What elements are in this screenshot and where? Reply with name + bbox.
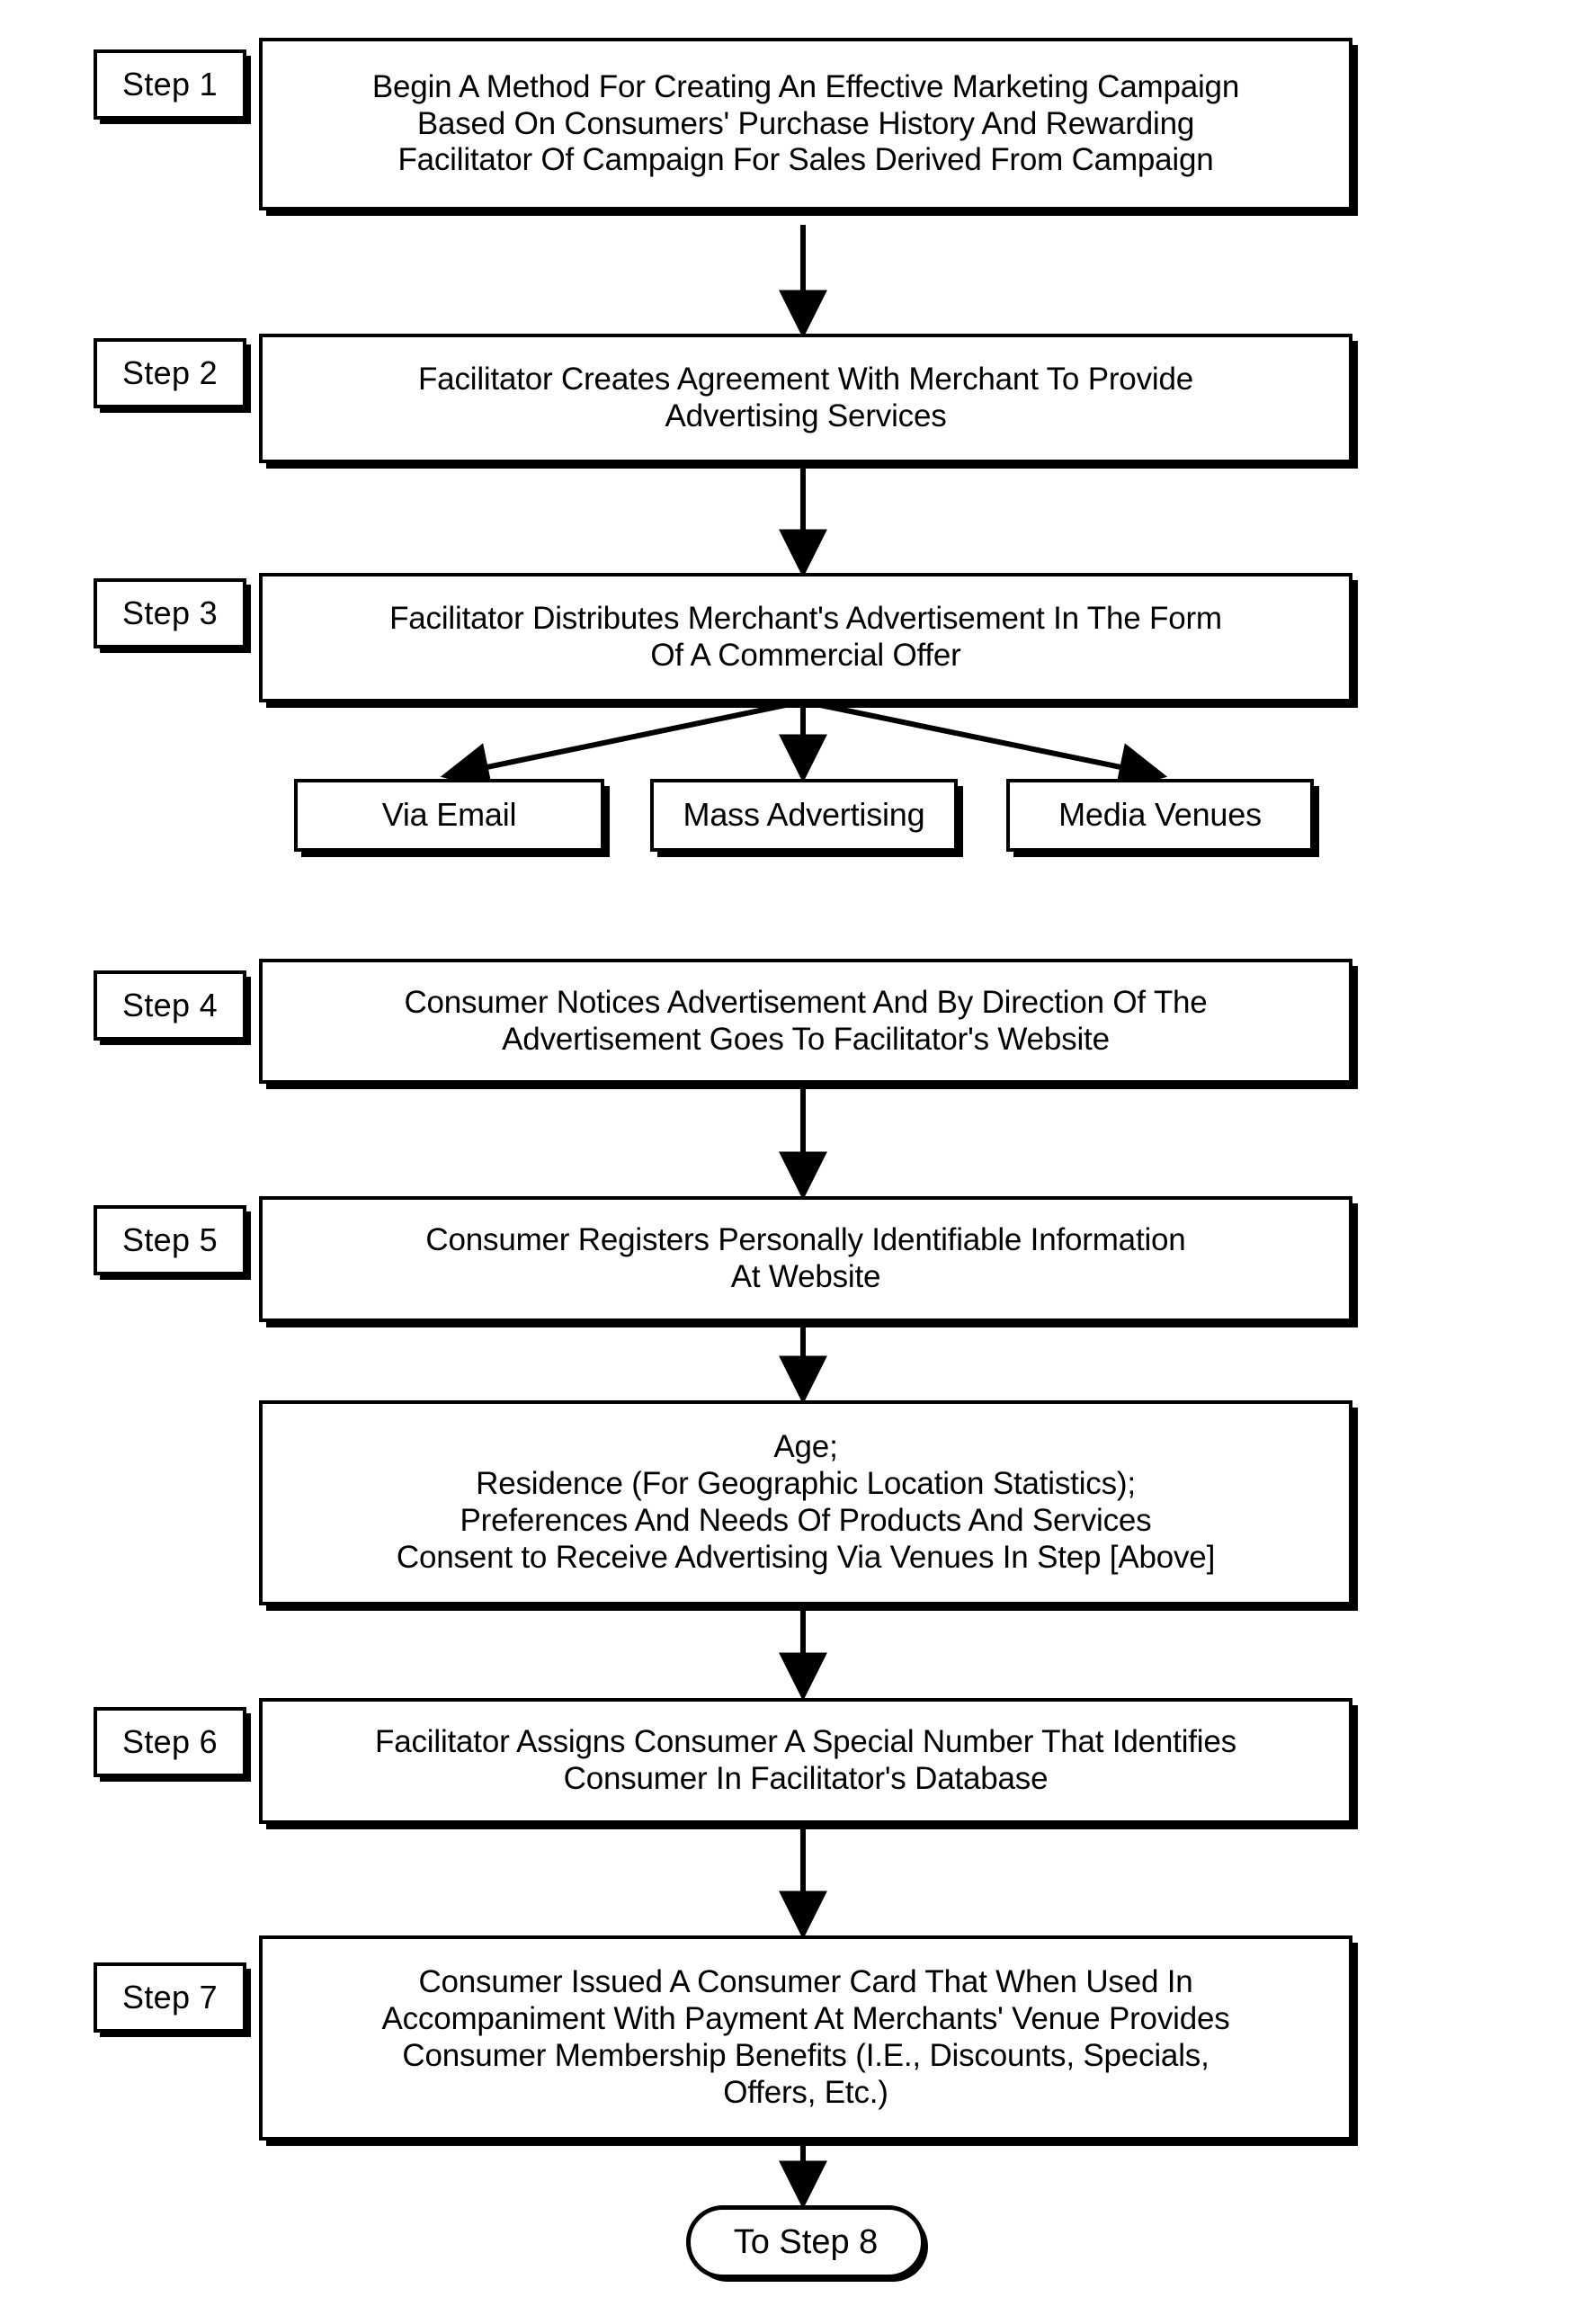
node-terminal-to-step-8: To Step 8 [686,2205,925,2279]
step-tag-6-label: Step 6 [122,1723,218,1760]
node-step-2-text: Facilitator Creates Agreement With Merch… [418,362,1193,434]
node-step-6: Facilitator Assigns Consumer A Special N… [259,1698,1352,1824]
node-registration-details-text: Age; Residence (For Geographic Location … [396,1429,1216,1575]
step-tag-7: Step 7 [94,1962,246,2033]
node-step-1: Begin A Method For Creating An Effective… [259,38,1352,210]
node-step-2: Facilitator Creates Agreement With Merch… [259,334,1352,463]
step-tag-3: Step 3 [94,578,246,648]
node-branch-mass-advertising-text: Mass Advertising [683,796,925,834]
node-branch-via-email: Via Email [294,779,604,852]
node-branch-mass-advertising: Mass Advertising [650,779,958,852]
step-tag-2: Step 2 [94,338,246,408]
step-tag-7-label: Step 7 [122,1979,218,2016]
step-tag-4: Step 4 [94,970,246,1041]
step-tag-3-label: Step 3 [122,594,218,631]
node-step-3: Facilitator Distributes Merchant's Adver… [259,573,1352,702]
step-tag-2-label: Step 2 [122,354,218,391]
node-step-4: Consumer Notices Advertisement And By Di… [259,959,1352,1084]
step-tag-5: Step 5 [94,1205,246,1275]
node-step-5-text: Consumer Registers Personally Identifiab… [425,1222,1186,1294]
step-tag-6: Step 6 [94,1707,246,1777]
step-tag-1-label: Step 1 [122,66,218,103]
node-branch-via-email-text: Via Email [381,796,517,834]
node-registration-details: Age; Residence (For Geographic Location … [259,1400,1352,1605]
node-step-7-text: Consumer Issued A Consumer Card That Whe… [381,1964,1230,2110]
step-tag-4-label: Step 4 [122,987,218,1023]
node-branch-media-venues: Media Venues [1006,779,1314,852]
flowchart-sheet: Step 1 Begin A Method For Creating An Ef… [0,0,1571,2324]
connector-step3-via-email [440,699,804,791]
node-branch-media-venues-text: Media Venues [1058,796,1262,834]
node-step-1-text: Begin A Method For Creating An Effective… [371,68,1240,178]
connector-step3-media-venues [802,699,1168,791]
node-step-7: Consumer Issued A Consumer Card That Whe… [259,1935,1352,2141]
node-terminal-to-step-8-text: To Step 8 [733,2223,879,2261]
step-tag-1: Step 1 [94,49,246,120]
node-step-3-text: Facilitator Distributes Merchant's Adver… [389,601,1222,673]
node-step-4-text: Consumer Notices Advertisement And By Di… [404,984,1208,1057]
node-step-5: Consumer Registers Personally Identifiab… [259,1196,1352,1322]
node-step-6-text: Facilitator Assigns Consumer A Special N… [375,1724,1236,1796]
step-tag-5-label: Step 5 [122,1221,218,1258]
